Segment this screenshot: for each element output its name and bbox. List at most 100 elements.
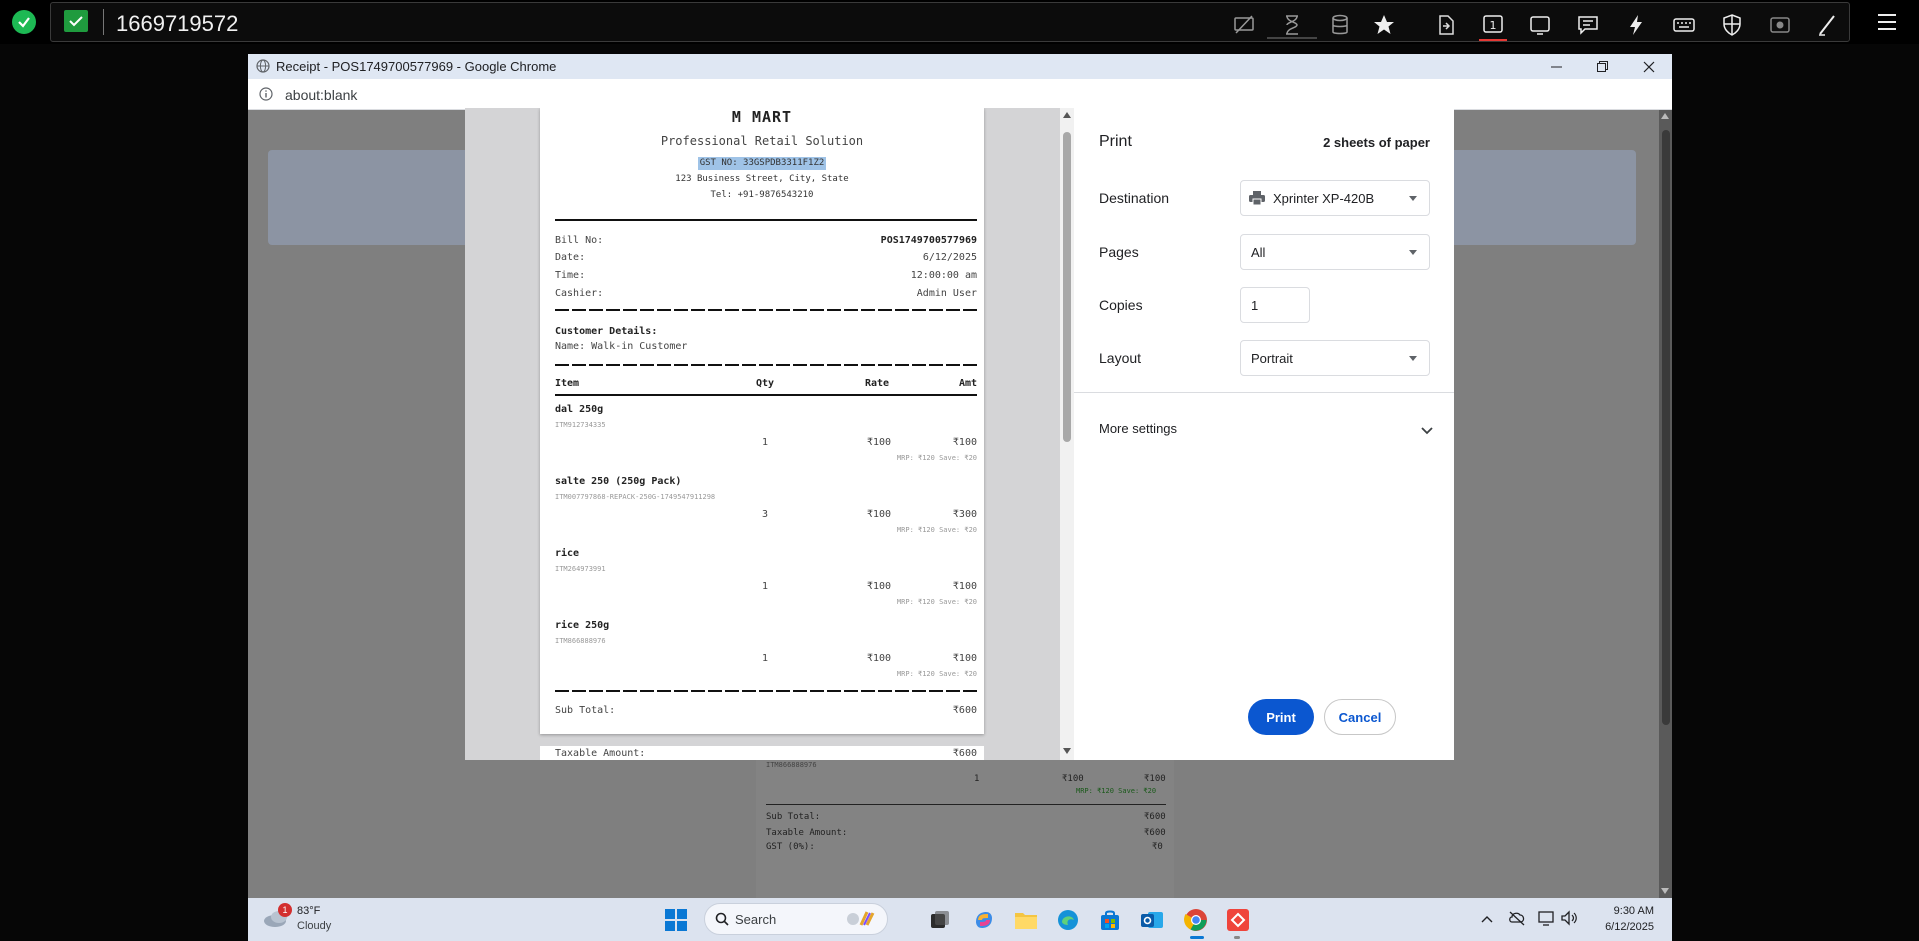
divider: [555, 690, 977, 692]
windows-taskbar: 1 83°F Cloudy Search 9:30 AM 6/12/2025: [248, 898, 1672, 941]
page-receipt-background: rice 250g ITM866888976 1 ₹100 ₹100 MRP: …: [756, 744, 1174, 899]
clock-time[interactable]: 9:30 AM: [1590, 905, 1654, 917]
bg-divider: [766, 804, 1166, 805]
file-explorer-icon[interactable]: [1012, 906, 1040, 934]
print-preview: M MART Professional Retail Solution GST …: [465, 108, 1060, 760]
store-tagline: Professional Retail Solution: [660, 134, 864, 148]
hide-screen-icon[interactable]: [1229, 10, 1259, 40]
shield-icon[interactable]: [1717, 10, 1747, 40]
session-bar: 1669719572 1: [50, 2, 1850, 42]
outlook-icon[interactable]: [1138, 906, 1166, 934]
print-title: Print: [1099, 133, 1132, 150]
window-title: Receipt - POS1749700577969 - Google Chro…: [276, 59, 557, 74]
bg-subtotal-label: Sub Total:: [766, 812, 821, 822]
restore-button[interactable]: [1579, 54, 1625, 79]
chrome-icon[interactable]: [1182, 906, 1210, 934]
pen-icon[interactable]: [1813, 10, 1843, 40]
clock-date[interactable]: 6/12/2025: [1590, 921, 1654, 933]
store-icon[interactable]: [1096, 906, 1124, 934]
monitor-icon[interactable]: [1525, 10, 1555, 40]
divider: [555, 309, 977, 311]
keyboard-icon[interactable]: [1669, 10, 1699, 40]
copilot-icon[interactable]: [970, 906, 998, 934]
hourglass-underline: [1267, 37, 1317, 39]
globe-icon: [256, 59, 270, 73]
printer-icon: [1249, 191, 1265, 206]
record-icon[interactable]: [1765, 10, 1795, 40]
info-icon[interactable]: [259, 87, 273, 101]
star-icon[interactable]: [1369, 10, 1399, 40]
preview-scroll-thumb[interactable]: [1063, 132, 1071, 442]
item-amt: ₹100: [952, 437, 977, 448]
item-name: salte 250 (250g Pack): [555, 476, 682, 487]
search-highlight-icon: [845, 909, 881, 929]
preview-scroll-up[interactable]: [1063, 112, 1071, 118]
pages-select[interactable]: All: [1240, 234, 1430, 270]
volume-icon[interactable]: [1560, 910, 1578, 926]
chevron-up-icon[interactable]: [1480, 912, 1494, 924]
file-transfer-icon[interactable]: [1431, 10, 1461, 40]
task-view-icon[interactable]: [926, 906, 954, 934]
bill-date: 6/12/2025: [922, 252, 977, 263]
minimize-button[interactable]: [1533, 54, 1579, 79]
layout-value: Portrait: [1251, 351, 1293, 366]
network-icon[interactable]: [1538, 910, 1556, 926]
menu-icon[interactable]: [1872, 7, 1902, 37]
item-amt: ₹100: [952, 581, 977, 592]
item-rate: ₹100: [867, 509, 892, 520]
database-icon[interactable]: [1325, 10, 1355, 40]
copies-input[interactable]: 1: [1240, 287, 1310, 323]
remote-toolbar: 1669719572 1: [0, 0, 1919, 44]
date-label: Date:: [555, 252, 586, 263]
chrome-active-indicator: [1190, 936, 1204, 939]
taskbar-search[interactable]: Search: [704, 903, 888, 935]
bill-no: POS1749700577969: [880, 235, 977, 246]
more-settings-label: More settings: [1099, 421, 1178, 436]
layout-label: Layout: [1099, 350, 1142, 366]
address-bar[interactable]: about:blank: [248, 79, 1672, 110]
bill-time: 12:00:00 am: [910, 270, 977, 281]
item-rate: ₹100: [867, 653, 892, 664]
item-name: dal 250g: [555, 404, 604, 415]
windows-start-icon[interactable]: [662, 906, 690, 934]
session-check-icon[interactable]: [64, 10, 88, 32]
store-name: M MART: [731, 108, 793, 126]
anydesk-icon[interactable]: [1224, 906, 1252, 934]
bill-no-label: Bill No:: [555, 235, 604, 246]
page-scrollbar[interactable]: [1659, 110, 1672, 899]
scroll-up-arrow[interactable]: [1661, 113, 1669, 119]
layout-select[interactable]: Portrait: [1240, 340, 1430, 376]
bg-item-amt: ₹100: [1144, 774, 1166, 784]
chevron-down-icon: [1409, 196, 1417, 201]
subtotal-label: Sub Total:: [555, 705, 616, 716]
col-qty: Qty: [756, 378, 775, 389]
monitor-1-icon[interactable]: 1: [1478, 10, 1508, 40]
more-settings-row[interactable]: More settings: [1074, 411, 1454, 447]
chevron-down-icon: [1409, 356, 1417, 361]
page-scroll-thumb[interactable]: [1662, 130, 1670, 725]
bg-taxable: ₹600: [1144, 828, 1166, 838]
edge-icon[interactable]: [1054, 906, 1082, 934]
divider: [555, 394, 977, 396]
lightning-icon[interactable]: [1621, 10, 1651, 40]
sheet-count: 2 sheets of paper: [1323, 135, 1430, 150]
destination-select[interactable]: Xprinter XP-420B: [1240, 180, 1430, 216]
connection-status-icon: [12, 10, 36, 34]
cancel-button[interactable]: Cancel: [1324, 699, 1396, 735]
print-button[interactable]: Print: [1248, 699, 1314, 735]
hourglass-icon[interactable]: [1277, 10, 1307, 40]
cashier-label: Cashier:: [555, 288, 604, 299]
window-titlebar: Receipt - POS1749700577969 - Google Chro…: [248, 54, 1672, 79]
store-address: 123 Business Street, City, State: [675, 174, 849, 184]
chat-icon[interactable]: [1573, 10, 1603, 40]
temperature: 83°F: [297, 905, 321, 917]
cloud-off-icon[interactable]: [1508, 910, 1526, 926]
print-dialog: M MART Professional Retail Solution GST …: [465, 108, 1454, 760]
preview-scrollbar[interactable]: [1060, 108, 1074, 760]
close-button[interactable]: [1626, 54, 1672, 79]
scroll-down-arrow[interactable]: [1661, 888, 1669, 894]
bg-gst-value: ₹0: [1152, 842, 1163, 852]
item-code: ITM007797868-REPACK-250G-1749547911298: [555, 493, 716, 501]
preview-scroll-down[interactable]: [1063, 748, 1071, 754]
item-name: rice: [555, 548, 580, 559]
